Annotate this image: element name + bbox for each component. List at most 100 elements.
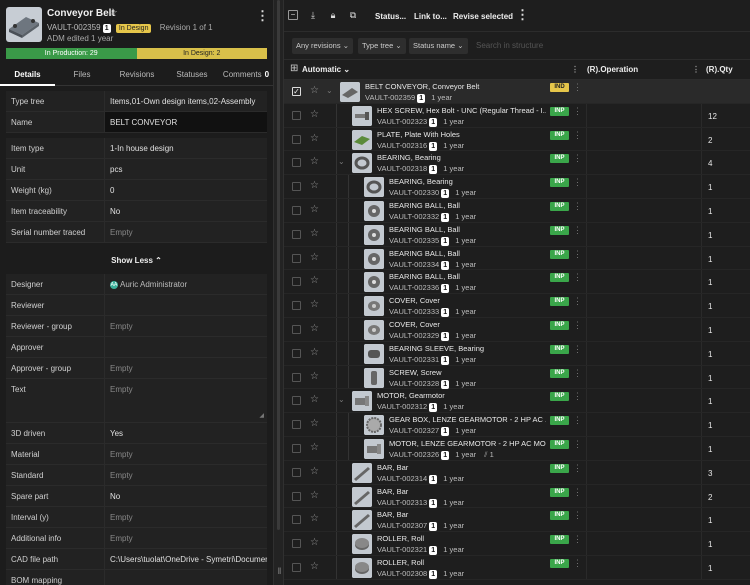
row-name[interactable]: BAR, Bar: [377, 510, 546, 519]
row-name[interactable]: BEARING BALL, Ball: [389, 272, 546, 281]
qty-cell[interactable]: 1: [701, 270, 750, 294]
row-menu-icon[interactable]: ⋮: [573, 201, 582, 210]
scrollbar[interactable]: [277, 0, 280, 530]
table-row[interactable]: ☆ ROLLER, Roll VAULT-002308 1 1 year INP ⋮ 1: [284, 555, 750, 580]
property-value[interactable]: No: [104, 201, 267, 221]
row-menu-icon[interactable]: ⋮: [573, 297, 582, 306]
column-name-header[interactable]: Automatic ⌄: [302, 65, 350, 74]
row-checkbox[interactable]: [292, 515, 301, 525]
table-row[interactable]: ☆ BEARING BALL, Ball VAULT-002336 1 1 year…: [284, 270, 750, 295]
property-value[interactable]: Empty: [104, 465, 267, 485]
property-value[interactable]: Empty: [104, 222, 267, 242]
row-name[interactable]: SCREW, Screw: [389, 368, 546, 377]
row-name[interactable]: BEARING, Bearing: [377, 153, 546, 162]
property-value[interactable]: [104, 570, 267, 585]
row-name[interactable]: BAR, Bar: [377, 487, 546, 496]
qty-cell[interactable]: 1: [701, 198, 750, 222]
favorite-star-icon[interactable]: ☆: [310, 490, 319, 501]
row-checkbox[interactable]: [292, 420, 301, 430]
row-name[interactable]: ROLLER, Roll: [377, 534, 546, 543]
favorite-star-icon[interactable]: ☆: [310, 394, 319, 405]
qty-cell[interactable]: 1: [701, 436, 750, 460]
favorite-star-icon[interactable]: ☆: [310, 133, 319, 144]
row-name[interactable]: BELT CONVEYOR, Conveyor Belt: [365, 82, 546, 91]
row-checkbox[interactable]: [292, 277, 301, 287]
row-name[interactable]: BAR, Bar: [377, 463, 546, 472]
row-menu-icon[interactable]: ⋮: [573, 130, 582, 139]
operation-cell[interactable]: [586, 484, 701, 508]
operation-cell[interactable]: [586, 103, 701, 127]
row-checkbox[interactable]: [292, 253, 301, 263]
row-menu-icon[interactable]: ⋮: [573, 320, 582, 329]
column-menu-icon[interactable]: ⋮: [571, 65, 579, 74]
qty-cell[interactable]: 1: [701, 508, 750, 532]
row-checkbox[interactable]: [292, 301, 301, 311]
property-value[interactable]: pcs: [104, 159, 267, 179]
row-menu-icon[interactable]: ⋮: [573, 178, 582, 187]
qty-cell[interactable]: [701, 80, 750, 103]
favorite-star-icon[interactable]: ☆: [310, 466, 319, 477]
table-row[interactable]: ☆ BEARING BALL, Ball VAULT-002335 1 1 year…: [284, 222, 750, 247]
state-badge[interactable]: In Design: [115, 24, 152, 33]
property-value[interactable]: Items,01-Own design items,02-Assembly: [104, 91, 267, 111]
row-menu-icon[interactable]: ⋮: [573, 487, 582, 496]
copy-icon[interactable]: ⧉: [348, 10, 358, 20]
property-value[interactable]: C:\Users\tuolat\OneDrive - Symetri\Docum…: [104, 549, 267, 569]
row-name[interactable]: BEARING BALL, Ball: [389, 201, 546, 210]
row-name[interactable]: MOTOR, LENZE GEARMOTOR - 2 HP AC MO...: [389, 439, 546, 448]
property-value[interactable]: 0: [104, 180, 267, 200]
row-checkbox[interactable]: [292, 205, 301, 215]
qty-cell[interactable]: 1: [701, 532, 750, 555]
row-menu-icon[interactable]: ⋮: [573, 154, 582, 163]
favorite-star-icon[interactable]: ☆: [108, 6, 118, 19]
row-name[interactable]: BEARING BALL, Ball: [389, 249, 546, 258]
row-menu-icon[interactable]: ⋮: [573, 511, 582, 520]
table-row[interactable]: ☆ PLATE, Plate With Holes VAULT-002316 1 1…: [284, 127, 750, 152]
qty-cell[interactable]: 1: [701, 389, 750, 413]
favorite-star-icon[interactable]: ☆: [310, 109, 319, 120]
status-name-filter[interactable]: Status name ⌄: [409, 38, 468, 54]
row-menu-icon[interactable]: ⋮: [573, 344, 582, 353]
qty-cell[interactable]: 2: [701, 127, 750, 151]
row-name[interactable]: BEARING, Bearing: [389, 177, 546, 186]
table-row[interactable]: ☆ SCREW, Screw VAULT-002328 1 1 year INP ⋮ 1: [284, 365, 750, 390]
operation-cell[interactable]: [586, 555, 701, 579]
row-name[interactable]: PLATE, Plate With Holes: [377, 130, 546, 139]
favorite-star-icon[interactable]: ☆: [310, 180, 319, 191]
favorite-star-icon[interactable]: ☆: [310, 418, 319, 429]
row-name[interactable]: BEARING BALL, Ball: [389, 225, 546, 234]
column-menu-icon[interactable]: ⋮: [692, 65, 700, 74]
row-checkbox[interactable]: [292, 110, 301, 120]
favorite-star-icon[interactable]: ☆: [310, 275, 319, 286]
operation-cell[interactable]: [586, 198, 701, 222]
property-value[interactable]: [104, 337, 267, 357]
link-to-button[interactable]: Link to...: [414, 12, 447, 21]
row-menu-icon[interactable]: ⋮: [573, 392, 582, 401]
row-menu-icon[interactable]: ⋮: [573, 558, 582, 567]
operation-cell[interactable]: [586, 508, 701, 532]
row-checkbox[interactable]: [292, 562, 301, 572]
row-checkbox[interactable]: [292, 443, 301, 453]
revise-selected-button[interactable]: Revise selected: [453, 12, 513, 21]
favorite-star-icon[interactable]: ☆: [310, 204, 319, 215]
tab-comments[interactable]: Comments 0: [219, 64, 273, 86]
favorite-star-icon[interactable]: ☆: [310, 85, 319, 96]
operation-cell[interactable]: [586, 80, 701, 103]
favorite-star-icon[interactable]: ☆: [310, 299, 319, 310]
qty-cell[interactable]: 1: [701, 222, 750, 246]
download-icon[interactable]: ⤓: [308, 10, 318, 20]
qty-cell[interactable]: 1: [701, 413, 750, 436]
favorite-star-icon[interactable]: ☆: [310, 252, 319, 263]
operation-cell[interactable]: [586, 127, 701, 151]
operation-cell[interactable]: [586, 222, 701, 246]
property-value[interactable]: Empty: [104, 507, 267, 527]
lock-icon[interactable]: 🔒︎: [328, 10, 338, 20]
favorite-star-icon[interactable]: ☆: [310, 371, 319, 382]
structure-search-input[interactable]: Search in structure: [474, 38, 744, 54]
operation-cell[interactable]: [586, 460, 701, 484]
row-checkbox[interactable]: [292, 491, 301, 501]
row-name[interactable]: ROLLER, Roll: [377, 558, 546, 567]
table-row[interactable]: ☆ HEX SCREW, Hex Bolt - UNC (Regular Thre…: [284, 103, 750, 128]
toolbar-more-icon[interactable]: ⋮: [516, 8, 529, 21]
row-menu-icon[interactable]: ⋮: [573, 106, 582, 115]
